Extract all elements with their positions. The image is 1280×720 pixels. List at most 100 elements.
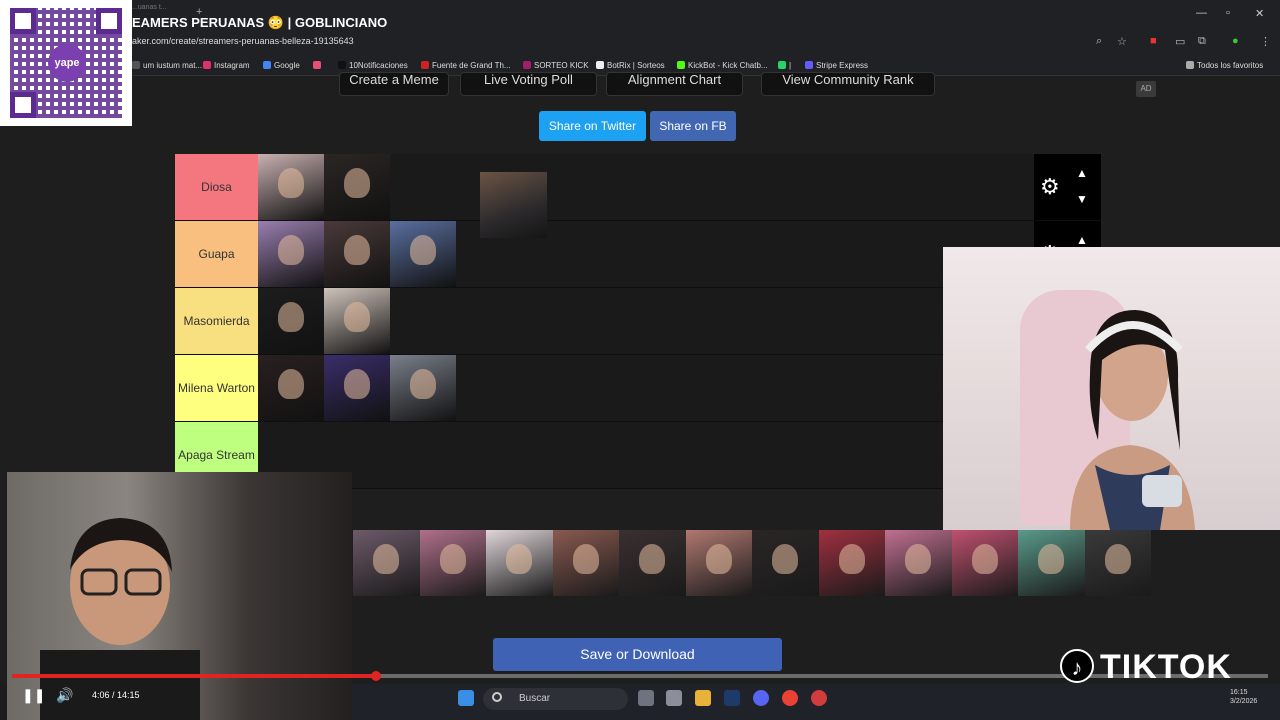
tier-items bbox=[258, 154, 390, 220]
bookmark-item[interactable]: Stripe Express bbox=[805, 61, 868, 70]
profile-icon[interactable]: ● bbox=[1232, 35, 1239, 47]
bookmark-favicon-icon bbox=[677, 61, 685, 69]
tier-image[interactable] bbox=[390, 221, 456, 287]
all-bookmarks-folder[interactable]: Todos los favoritos bbox=[1186, 61, 1263, 70]
tiktok-logo-icon: ♪ bbox=[1060, 649, 1094, 683]
browser-tab[interactable]: ...uanas t... bbox=[132, 4, 192, 13]
bookmark-item[interactable]: Instagram bbox=[203, 61, 250, 70]
tiktok-watermark: TIKTOK bbox=[1100, 648, 1232, 686]
app-icon[interactable] bbox=[666, 690, 682, 706]
community-rank-button[interactable]: View Community Rank bbox=[761, 72, 935, 96]
live-voting-button[interactable]: Live Voting Poll bbox=[460, 72, 597, 96]
alignment-chart-button[interactable]: Alignment Chart bbox=[606, 72, 743, 96]
app-icon[interactable] bbox=[811, 690, 827, 706]
star-icon[interactable]: ☆ bbox=[1117, 35, 1127, 48]
bookmark-item[interactable]: BotRix | Sorteos bbox=[596, 61, 665, 70]
tier-image[interactable] bbox=[258, 154, 324, 220]
move-up-icon[interactable]: ▲ bbox=[1076, 166, 1088, 180]
pool-image[interactable] bbox=[419, 530, 486, 596]
tier-items bbox=[258, 288, 390, 354]
pool-image[interactable] bbox=[486, 530, 553, 596]
tier-image[interactable] bbox=[324, 154, 390, 220]
windows-start-icon[interactable] bbox=[458, 690, 474, 706]
bookmark-favicon-icon bbox=[132, 61, 140, 69]
pool-image[interactable] bbox=[1084, 530, 1151, 596]
tier-image[interactable] bbox=[258, 288, 324, 354]
volume-icon[interactable]: 🔊 bbox=[56, 687, 73, 704]
bookmark-favicon-icon bbox=[596, 61, 604, 69]
tier-row: Diosa ⚙ ▲ ▼ bbox=[175, 154, 1101, 221]
pool-image[interactable] bbox=[552, 530, 619, 596]
close-icon[interactable]: ✕ bbox=[1255, 7, 1264, 20]
tier-image[interactable] bbox=[324, 288, 390, 354]
yape-logo: yape bbox=[48, 44, 86, 82]
qr-code: yape bbox=[0, 0, 132, 126]
video-time: 4:06 / 14:15 bbox=[92, 690, 140, 700]
pool-image[interactable] bbox=[885, 530, 952, 596]
dragged-image[interactable] bbox=[480, 172, 547, 238]
pool-image[interactable] bbox=[818, 530, 885, 596]
pool-image[interactable] bbox=[951, 530, 1018, 596]
save-download-button[interactable]: Save or Download bbox=[493, 638, 782, 671]
gear-icon[interactable]: ⚙ bbox=[1040, 174, 1060, 200]
taskbar-search[interactable]: Buscar bbox=[483, 688, 628, 710]
bookmark-item[interactable]: | bbox=[778, 61, 791, 70]
maximize-icon[interactable]: ▫ bbox=[1226, 7, 1230, 19]
bookmark-favicon-icon bbox=[313, 61, 321, 69]
tier-image[interactable] bbox=[324, 221, 390, 287]
bookmark-favicon-icon bbox=[805, 61, 813, 69]
extension-icon[interactable]: ■ bbox=[1150, 35, 1157, 47]
discord-icon[interactable] bbox=[753, 690, 769, 706]
pool-image[interactable] bbox=[1018, 530, 1085, 596]
tier-items bbox=[258, 221, 456, 287]
tier-label[interactable]: Diosa bbox=[175, 154, 258, 220]
tier-label[interactable]: Guapa bbox=[175, 221, 258, 287]
bookmark-favicon-icon bbox=[263, 61, 271, 69]
bookmark-item[interactable] bbox=[313, 61, 324, 70]
share-twitter-button[interactable]: Share on Twitter bbox=[539, 111, 646, 141]
file-explorer-icon[interactable] bbox=[695, 690, 711, 706]
extensions-puzzle-icon[interactable]: ⧉ bbox=[1198, 35, 1206, 48]
share-facebook-button[interactable]: Share on FB bbox=[650, 111, 736, 141]
tier-label[interactable]: Milena Warton bbox=[175, 355, 258, 421]
move-down-icon[interactable]: ▼ bbox=[1076, 192, 1088, 206]
image-pool bbox=[353, 530, 1151, 596]
photoshop-icon[interactable] bbox=[724, 690, 740, 706]
taskview-icon[interactable] bbox=[638, 690, 654, 706]
url-field[interactable]: aker.com/create/streamers-peruanas-belle… bbox=[132, 36, 354, 46]
ad-badge[interactable]: AD bbox=[1136, 81, 1156, 97]
bookmark-favicon-icon bbox=[338, 61, 346, 69]
bookmark-favicon-icon bbox=[778, 61, 786, 69]
pool-image[interactable] bbox=[685, 530, 752, 596]
tier-image[interactable] bbox=[258, 221, 324, 287]
tier-label[interactable]: Masomierda bbox=[175, 288, 258, 354]
tier-items bbox=[258, 355, 456, 421]
tier-image[interactable] bbox=[390, 355, 456, 421]
extension-icon[interactable]: ▭ bbox=[1175, 35, 1185, 48]
bookmark-favicon-icon bbox=[523, 61, 531, 69]
zoom-icon[interactable]: ⌕ bbox=[1096, 35, 1102, 48]
bookmark-item[interactable]: SORTEO KICK bbox=[523, 61, 589, 70]
tier-image[interactable] bbox=[324, 355, 390, 421]
bookmark-item[interactable]: Google bbox=[263, 61, 300, 70]
move-up-icon[interactable]: ▲ bbox=[1076, 233, 1088, 247]
pool-image[interactable] bbox=[353, 530, 420, 596]
menu-icon[interactable]: ⋮ bbox=[1260, 35, 1271, 48]
page-title: EAMERS PERUANAS 😳 | GOBLINCIANO bbox=[132, 15, 388, 30]
bookmark-item[interactable]: 10Notificaciones bbox=[338, 61, 408, 70]
minimize-icon[interactable]: — bbox=[1196, 7, 1207, 19]
pool-image[interactable] bbox=[619, 530, 686, 596]
bookmark-item[interactable]: um iustum mat... bbox=[132, 61, 202, 70]
folder-icon bbox=[1186, 61, 1194, 69]
bookmark-item[interactable]: Fuente de Grand Th... bbox=[421, 61, 511, 70]
bookmark-item[interactable]: KickBot - Kick Chatb... bbox=[677, 61, 768, 70]
tier-image[interactable] bbox=[258, 355, 324, 421]
pool-image[interactable] bbox=[752, 530, 819, 596]
screen: ...uanas t... + EAMERS PERUANAS 😳 | GOBL… bbox=[0, 0, 1280, 720]
tier-controls: ⚙ ▲ ▼ bbox=[1034, 154, 1101, 220]
bookmark-favicon-icon bbox=[203, 61, 211, 69]
chrome-icon[interactable] bbox=[782, 690, 798, 706]
pause-icon[interactable]: ❚❚ bbox=[22, 687, 45, 704]
create-meme-button[interactable]: Create a Meme bbox=[339, 72, 449, 96]
taskbar-clock[interactable]: 16:15 3/2/2026 bbox=[1230, 688, 1257, 706]
